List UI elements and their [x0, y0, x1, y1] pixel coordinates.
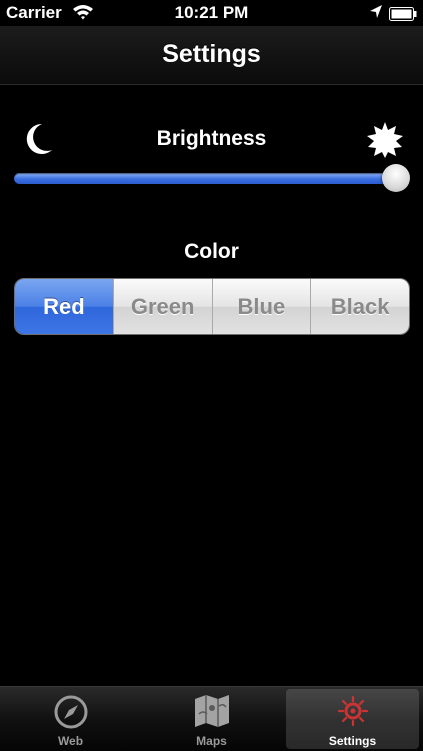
navigation-bar: Settings: [0, 26, 423, 85]
color-segmented-control[interactable]: Red Green Blue Black: [14, 278, 410, 335]
color-option-black[interactable]: Black: [310, 279, 409, 334]
map-icon: [193, 694, 231, 733]
brightness-slider-fill: [14, 173, 402, 184]
tab-settings[interactable]: Settings: [282, 687, 423, 751]
status-bar: Carrier 10:21 PM: [0, 0, 423, 26]
location-arrow-icon: [369, 4, 383, 24]
brightness-slider-thumb[interactable]: [382, 164, 410, 192]
color-label: Color: [184, 240, 239, 263]
tab-label-settings: Settings: [328, 734, 377, 748]
color-option-green[interactable]: Green: [112, 279, 212, 334]
compass-icon: [53, 694, 89, 735]
color-option-blue[interactable]: Blue: [211, 279, 311, 334]
tab-bar: Web Maps Settings: [0, 686, 423, 751]
tab-label-maps: Maps: [196, 734, 227, 748]
battery-icon: [389, 6, 417, 26]
color-option-red[interactable]: Red: [15, 279, 113, 334]
page-title: Settings: [162, 40, 261, 68]
tab-maps[interactable]: Maps: [141, 687, 282, 751]
tab-web[interactable]: Web: [0, 687, 141, 751]
tab-label-web: Web: [57, 734, 84, 748]
brightness-slider-track[interactable]: [14, 173, 402, 184]
sun-icon: [366, 121, 404, 164]
status-time: 10:21 PM: [174, 3, 249, 22]
brightness-label: Brightness: [156, 127, 267, 150]
gear-icon: [336, 694, 370, 733]
